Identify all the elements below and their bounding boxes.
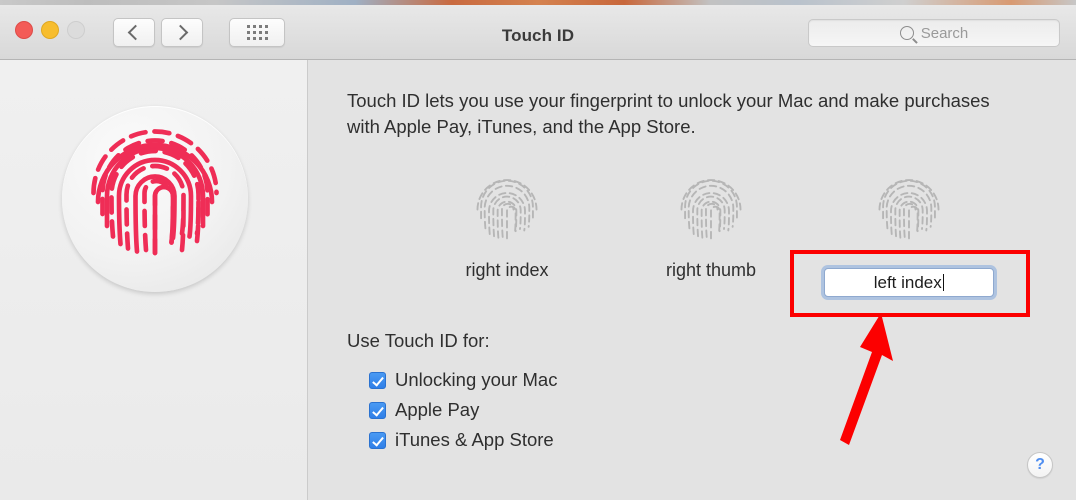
- option-label: Unlocking your Mac: [395, 369, 558, 390]
- window-titlebar: Touch ID Search: [0, 5, 1076, 60]
- use-touch-id-for-label: Use Touch ID for:: [347, 330, 490, 351]
- fingerprint-icon: [422, 168, 592, 254]
- enrolled-fingerprints-list: right index right thumb left index: [309, 168, 1076, 298]
- search-placeholder: Search: [920, 24, 969, 42]
- search-input[interactable]: Search: [808, 19, 1060, 47]
- checkbox-itunes-app-store[interactable]: [369, 431, 386, 449]
- description-text: Touch ID lets you use your fingerprint t…: [347, 90, 990, 138]
- fingerprint-rename-wrapper: left index: [824, 268, 994, 297]
- option-row-apple-pay[interactable]: Apple Pay: [369, 395, 557, 425]
- touch-id-preferences-window: Touch ID Search Touch ID lets you use yo…: [0, 0, 1076, 500]
- touch-id-options-list: Unlocking your Mac Apple Pay iTunes & Ap…: [369, 365, 557, 455]
- text-cursor: [942, 274, 945, 291]
- touch-id-fingerprint-icon: [62, 106, 248, 292]
- option-row-unlocking-your-mac[interactable]: Unlocking your Mac: [369, 365, 557, 395]
- checkbox-apple-pay[interactable]: [369, 401, 386, 419]
- checkbox-unlocking-your-mac[interactable]: [369, 371, 386, 389]
- fingerprint-item-right-thumb[interactable]: right thumb: [626, 168, 796, 281]
- fingerprint-icon: [626, 168, 796, 254]
- option-row-itunes-app-store[interactable]: iTunes & App Store: [369, 425, 557, 455]
- fingerprint-name-value: left index: [873, 272, 942, 292]
- fingerprint-icon: [824, 168, 994, 254]
- search-icon: [899, 26, 914, 40]
- fingerprint-item-right-index[interactable]: right index: [422, 168, 592, 281]
- help-button[interactable]: ?: [1027, 452, 1053, 478]
- fingerprint-name-input[interactable]: left index: [824, 268, 994, 297]
- touch-id-content-pane: Touch ID lets you use your fingerprint t…: [309, 60, 1076, 500]
- fingerprint-label: right index: [465, 260, 549, 280]
- preferences-sidebar: [0, 60, 308, 500]
- fingerprint-label: right thumb: [665, 260, 757, 280]
- option-label: Apple Pay: [395, 399, 480, 420]
- fingerprint-item-left-index[interactable]: [824, 168, 994, 254]
- option-label: iTunes & App Store: [395, 429, 554, 450]
